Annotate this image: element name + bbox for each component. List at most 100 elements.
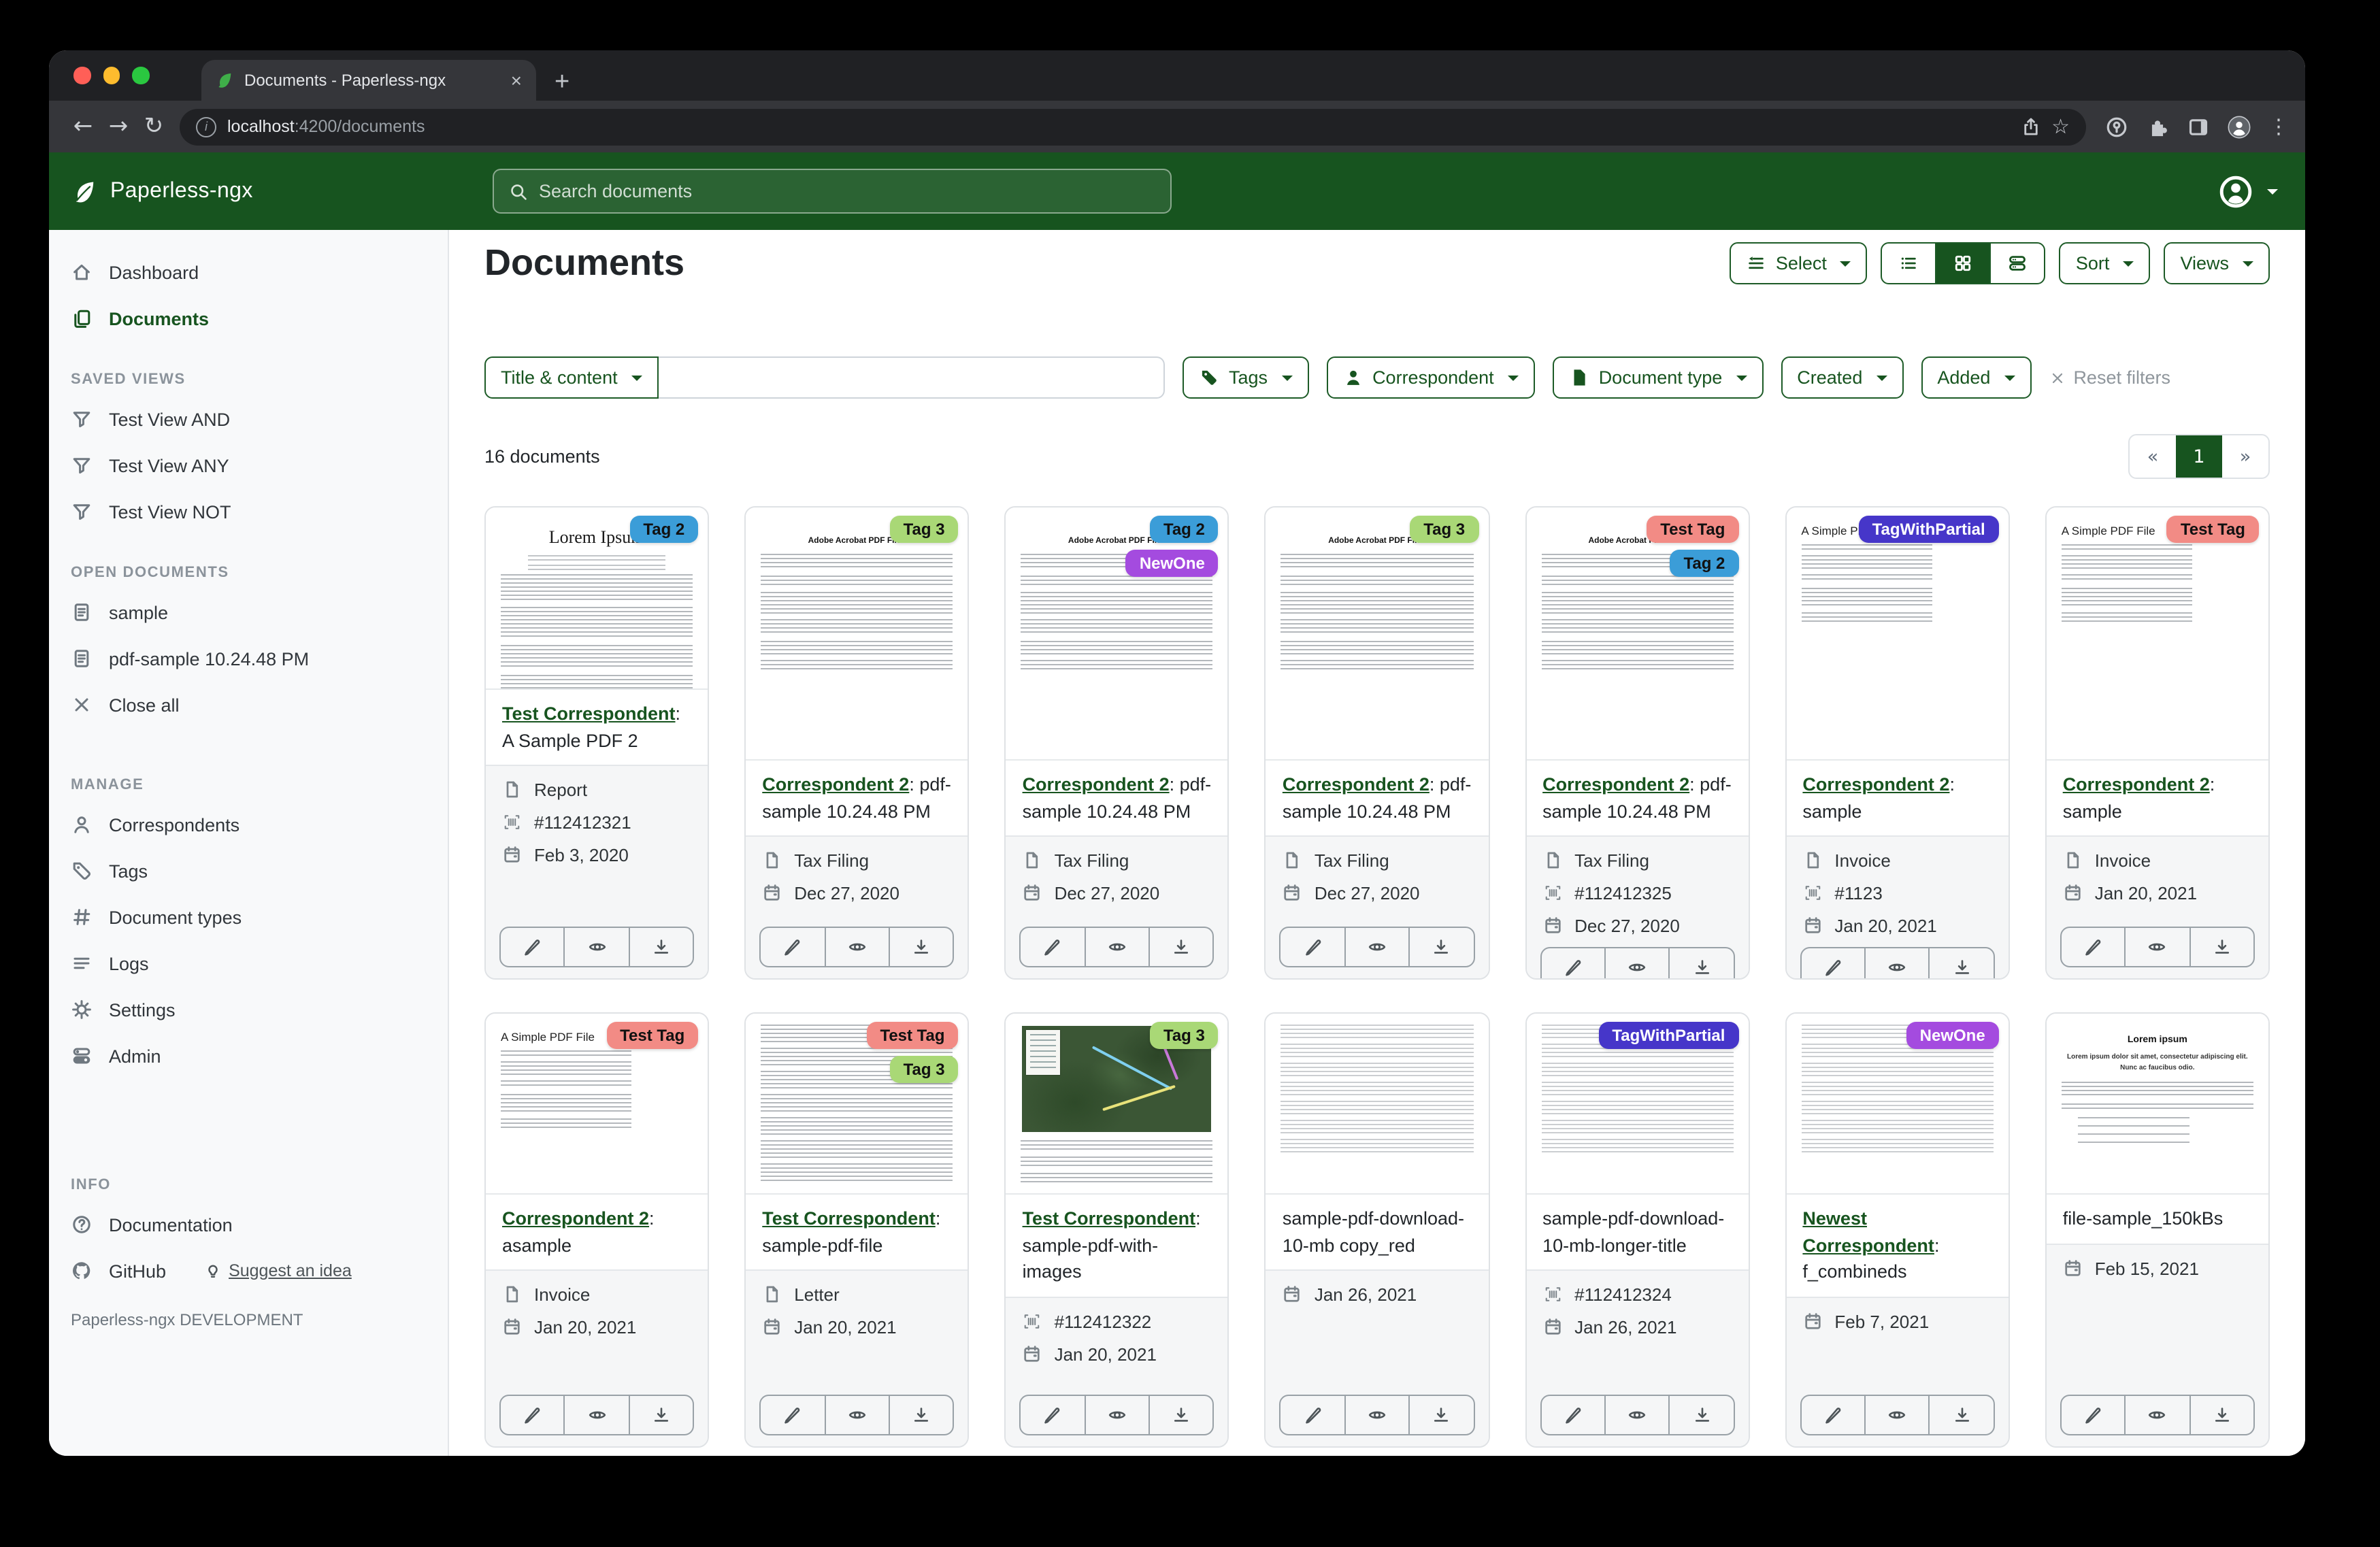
download-button[interactable] — [1148, 1396, 1213, 1434]
extensions-puzzle-icon[interactable] — [2146, 115, 2169, 138]
share-icon[interactable] — [2020, 116, 2040, 137]
bookmark-star-icon[interactable]: ☆ — [2051, 114, 2070, 139]
sidebar-item-documentation[interactable]: Documentation — [49, 1201, 448, 1248]
filter-field-selector[interactable]: Title & content — [484, 356, 659, 399]
view-button[interactable] — [564, 1396, 629, 1434]
document-card[interactable]: Adobe Acrobat PDF FilesTag 3Corresponden… — [744, 506, 969, 980]
view-button[interactable] — [824, 928, 889, 966]
sidebar-item-logs[interactable]: Logs — [49, 940, 448, 986]
tag-badge[interactable]: Test Tag — [2167, 516, 2259, 543]
browser-tab[interactable]: Documents - Paperless-ngx × — [201, 60, 535, 101]
view-button[interactable] — [1604, 948, 1669, 980]
sidebar-item-dashboard[interactable]: Dashboard — [49, 249, 448, 295]
sidebar-item-test-view-and[interactable]: Test View AND — [49, 396, 448, 442]
filter-text-input[interactable] — [659, 356, 1165, 399]
sort-button[interactable]: Sort — [2060, 242, 2151, 284]
view-button[interactable] — [1604, 1396, 1669, 1434]
download-button[interactable] — [1408, 1396, 1473, 1434]
sidebar-item-sample[interactable]: sample — [49, 589, 448, 635]
forward-button[interactable]: → — [101, 113, 136, 140]
view-button[interactable] — [1344, 1396, 1409, 1434]
correspondent-link[interactable]: Test Correspondent — [1023, 1208, 1196, 1229]
tag-badge[interactable]: Tag 3 — [890, 516, 959, 543]
sidebar-item-document-types[interactable]: Document types — [49, 894, 448, 940]
sidebar-item-test-view-any[interactable]: Test View ANY — [49, 442, 448, 488]
edit-button[interactable] — [1281, 928, 1344, 966]
document-card[interactable]: A Simple PDF FileTest Tag Correspondent 2… — [2045, 506, 2270, 980]
edit-button[interactable] — [1021, 928, 1085, 966]
tag-badge[interactable]: Test Tag — [606, 1022, 698, 1049]
filter-added-button[interactable]: Added — [1921, 356, 2031, 399]
document-card[interactable]: TagWithPartialsample-pdf-download-10-mb-… — [1525, 1012, 1749, 1448]
edit-button[interactable] — [1541, 1396, 1604, 1434]
document-card[interactable]: sample-pdf-download-10-mb copy_redJan 26… — [1265, 1012, 1489, 1448]
document-thumbnail[interactable]: A Simple PDF FileTest Tag — [2047, 508, 2268, 761]
tag-badge[interactable]: TagWithPartial — [1598, 1022, 1738, 1049]
reload-button[interactable]: ↻ — [136, 113, 171, 140]
global-search-input[interactable]: Search documents — [493, 169, 1172, 214]
correspondent-link[interactable]: Correspondent 2 — [762, 774, 909, 795]
suggest-an-idea-link[interactable]: Suggest an idea — [204, 1261, 352, 1280]
view-button[interactable] — [1864, 1396, 1929, 1434]
view-button[interactable] — [1084, 928, 1148, 966]
filter-correspondent-button[interactable]: Correspondent — [1326, 356, 1535, 399]
edit-button[interactable] — [2062, 928, 2125, 966]
download-button[interactable] — [2189, 1396, 2253, 1434]
tag-badge[interactable]: Tag 3 — [1410, 516, 1478, 543]
document-thumbnail[interactable]: NewOne — [1786, 1014, 2008, 1195]
document-thumbnail[interactable]: Test TagTag 3 — [746, 1014, 968, 1195]
filter-document-type-button[interactable]: Document type — [1553, 356, 1764, 399]
edit-button[interactable] — [2062, 1396, 2125, 1434]
download-button[interactable] — [1669, 1396, 1734, 1434]
document-card[interactable]: Adobe Acrobat PDF FilesTest TagTag 2 Corr… — [1525, 506, 1749, 980]
download-button[interactable] — [1408, 928, 1473, 966]
edit-button[interactable] — [1541, 948, 1604, 980]
view-button[interactable] — [1084, 1396, 1148, 1434]
correspondent-link[interactable]: Correspondent 2 — [1802, 774, 1949, 795]
download-button[interactable] — [889, 928, 953, 966]
tag-badge[interactable]: Tag 2 — [629, 516, 698, 543]
minimize-window-button[interactable] — [103, 67, 120, 84]
download-button[interactable] — [1148, 928, 1213, 966]
pagination-current-page[interactable]: 1 — [2176, 435, 2222, 478]
tag-badge[interactable]: NewOne — [1126, 550, 1219, 577]
document-thumbnail[interactable]: Tag 3 — [1006, 1014, 1228, 1195]
correspondent-link[interactable]: Correspondent 2 — [1023, 774, 1170, 795]
view-button[interactable] — [564, 928, 629, 966]
reset-filters-button[interactable]: Reset filters — [2049, 367, 2170, 388]
pagination-prev-button[interactable]: « — [2130, 435, 2176, 478]
sidebar-item-settings[interactable]: Settings — [49, 986, 448, 1033]
correspondent-link[interactable]: Test Correspondent — [502, 703, 676, 724]
download-button[interactable] — [629, 1396, 693, 1434]
edit-button[interactable] — [501, 1396, 564, 1434]
side-panel-icon[interactable] — [2187, 115, 2210, 138]
document-thumbnail[interactable] — [1266, 1014, 1488, 1195]
correspondent-link[interactable]: Correspondent 2 — [2063, 774, 2210, 795]
edit-button[interactable] — [501, 928, 564, 966]
document-thumbnail[interactable]: Adobe Acrobat PDF FilesTag 2NewOne — [1006, 508, 1228, 761]
document-thumbnail[interactable]: A Simple PDF FileTagWithPartial — [1786, 508, 2008, 761]
sidebar-item-pdf-sample-10-24-48-pm[interactable]: pdf-sample 10.24.48 PM — [49, 635, 448, 682]
correspondent-link[interactable]: Correspondent 2 — [1283, 774, 1429, 795]
new-tab-button[interactable]: + — [555, 69, 569, 95]
correspondent-link[interactable]: Correspondent 2 — [502, 1208, 649, 1229]
document-thumbnail[interactable]: TagWithPartial — [1526, 1014, 1748, 1195]
close-window-button[interactable] — [73, 67, 90, 84]
sidebar-item-documents[interactable]: Documents — [49, 295, 448, 342]
views-button[interactable]: Views — [2164, 242, 2270, 284]
view-button[interactable] — [2124, 1396, 2189, 1434]
sidebar-item-admin[interactable]: Admin — [49, 1033, 448, 1079]
document-thumbnail[interactable]: Adobe Acrobat PDF FilesTest TagTag 2 — [1526, 508, 1748, 761]
sidebar-item-close-all[interactable]: Close all — [49, 682, 448, 728]
document-card[interactable]: Lorem IpsumTag 2Test Correspondent: A Sa… — [484, 506, 709, 980]
tag-badge[interactable]: TagWithPartial — [1859, 516, 1999, 543]
view-button[interactable] — [1864, 948, 1929, 980]
view-button[interactable] — [824, 1396, 889, 1434]
tag-badge[interactable]: Tag 2 — [1150, 516, 1219, 543]
tag-badge[interactable]: Tag 2 — [1670, 550, 1739, 577]
correspondent-link[interactable]: Correspondent 2 — [1542, 774, 1689, 795]
edit-button[interactable] — [1801, 948, 1864, 980]
document-card[interactable]: Lorem ipsumLorem ipsum dolor sit amet, c… — [2045, 1012, 2270, 1448]
document-card[interactable]: Adobe Acrobat PDF FilesTag 2NewOneCorres… — [1005, 506, 1229, 980]
download-button[interactable] — [2189, 928, 2253, 966]
